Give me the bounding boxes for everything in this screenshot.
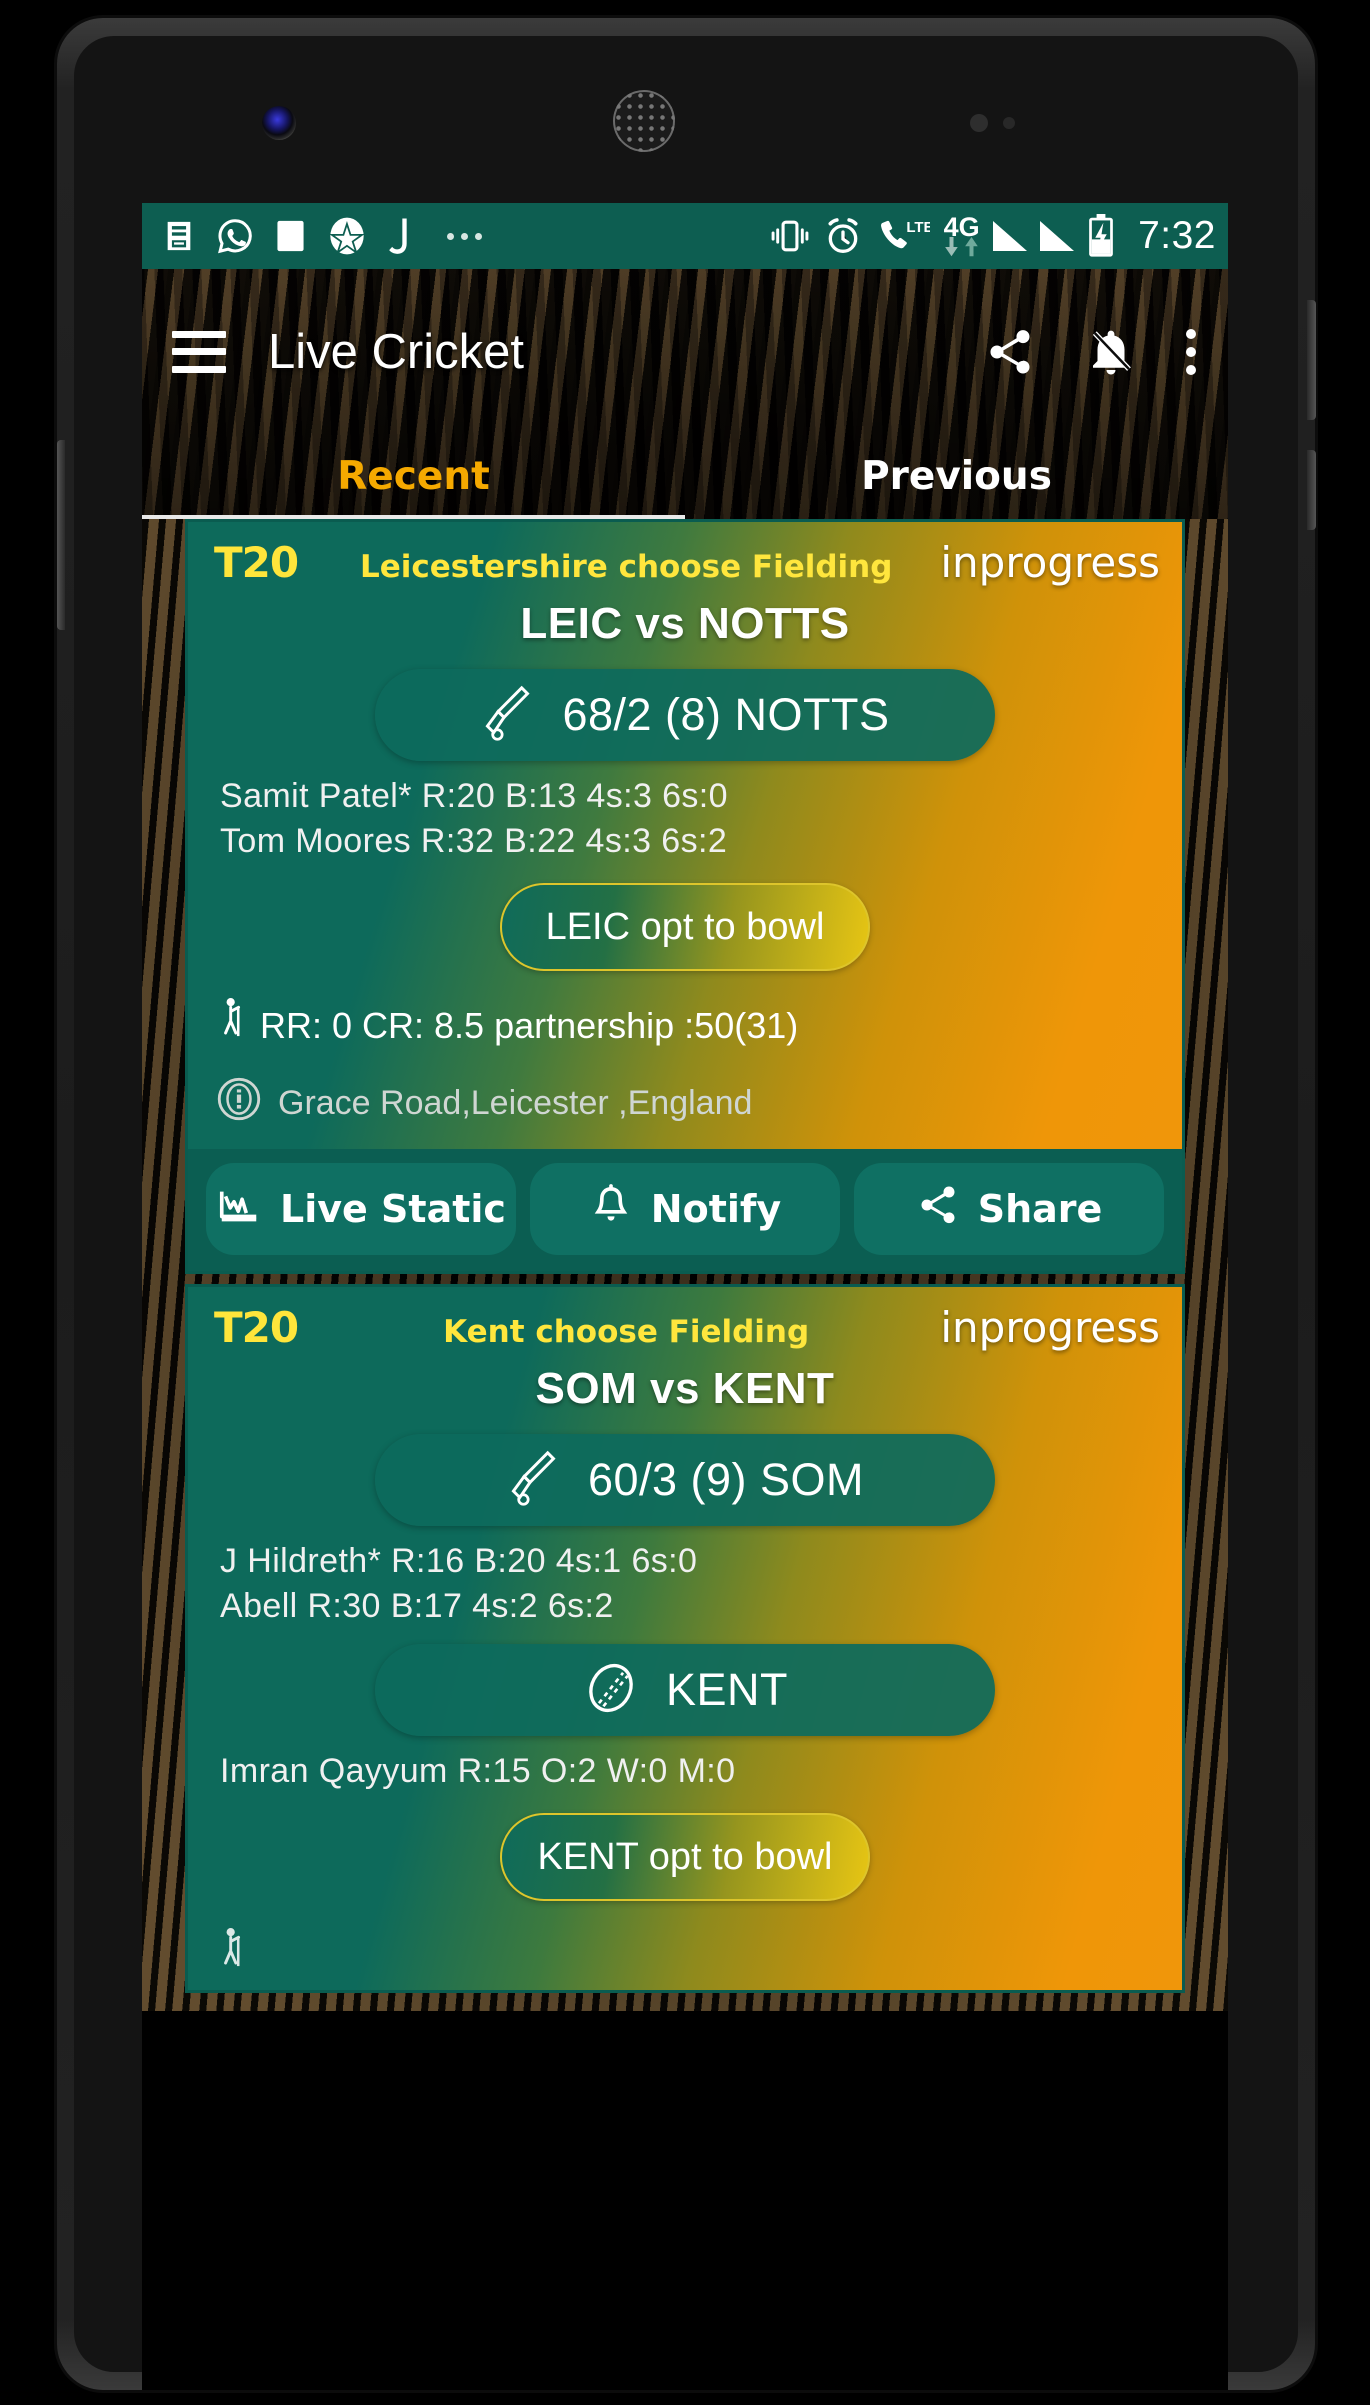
venue-text: Grace Road,Leicester ,England	[278, 1084, 753, 1122]
news-icon	[162, 218, 196, 254]
status-bar-clock: 7:32	[1138, 214, 1216, 257]
cricket-bat-icon	[480, 682, 536, 749]
live-static-button[interactable]: Live Static	[206, 1163, 516, 1255]
kebab-menu-icon[interactable]	[1186, 328, 1196, 375]
batsman-icon	[216, 997, 244, 1054]
tab-bar: Recent Previous	[142, 434, 1228, 519]
call-lte-icon: LTE	[876, 216, 930, 256]
app-toolbar: Live Cricket Recent Previous	[142, 269, 1228, 519]
batsman-row: Tom Moores R:32 B:22 4s:3 6s:2	[220, 822, 728, 860]
light-sensor	[1003, 117, 1015, 129]
phone-screen: LTE 4G 7:32	[142, 203, 1228, 2096]
chart-icon	[216, 1182, 262, 1237]
score-text: 60/3 (9) SOM	[587, 1454, 865, 1505]
run-rate-row-partial	[188, 1927, 1182, 1984]
battery-charging-icon	[1087, 214, 1115, 258]
match-format: T20	[214, 538, 299, 587]
score-pill: 60/3 (9) SOM	[375, 1434, 995, 1526]
batsman-row: Samit Patel* R:20 B:13 4s:3 6s:0	[220, 777, 728, 815]
match-teams: LEIC vs NOTTS	[520, 599, 850, 648]
share-icon[interactable]	[984, 326, 1036, 378]
share-icon	[916, 1183, 960, 1236]
signal-sim2-icon	[1040, 221, 1075, 251]
toss-result: Leicestershire choose Fielding	[359, 549, 893, 585]
whatsapp-icon	[216, 217, 254, 255]
status-badge: inprogress	[940, 538, 1160, 587]
share-label: Share	[977, 1187, 1103, 1231]
tab-recent[interactable]: Recent	[142, 434, 685, 519]
share-button[interactable]: Share	[854, 1163, 1164, 1255]
score-pill: 68/2 (8) NOTTS	[375, 669, 995, 761]
stadium-icon	[216, 1076, 262, 1131]
run-rate-row: RR: 0 CR: 8.5 partnership :50(31)	[188, 997, 1182, 1054]
batsman-icon	[216, 1927, 244, 1984]
match-teams: SOM vs KENT	[535, 1364, 835, 1413]
cricket-bat-icon	[506, 1447, 562, 1514]
cricket-ball-icon	[582, 1659, 640, 1722]
svg-text:LTE: LTE	[906, 219, 930, 236]
toss-result: Kent choose Fielding	[443, 1314, 810, 1350]
toss-decision-pill: KENT opt to bowl	[500, 1813, 870, 1901]
star-circle-icon	[327, 216, 367, 256]
tab-previous[interactable]: Previous	[685, 434, 1228, 519]
batsman-row: Abell R:30 B:17 4s:2 6s:2	[220, 1587, 614, 1625]
score-text: 68/2 (8) NOTTS	[562, 689, 890, 740]
vibrate-icon	[770, 216, 810, 256]
bell-off-icon[interactable]	[1084, 325, 1138, 379]
notify-button[interactable]: Notify	[530, 1163, 840, 1255]
volume-rocker[interactable]	[57, 440, 65, 630]
alarm-icon	[823, 216, 863, 256]
status-bar: LTE 4G 7:32	[142, 203, 1228, 269]
batsman-row: J Hildreth* R:16 B:20 4s:1 6s:0	[220, 1542, 698, 1580]
bowling-team-pill: KENT	[375, 1644, 995, 1736]
match-list[interactable]: T20 Leicestershire choose Fielding inpro…	[142, 519, 1228, 2011]
network-4g-icon: 4G	[943, 214, 980, 256]
bell-icon	[589, 1182, 633, 1237]
page-title: Live Cricket	[268, 324, 524, 379]
notify-label: Notify	[650, 1187, 782, 1231]
live-static-label: Live Static	[280, 1187, 506, 1231]
screen-bottom-area	[142, 2096, 1228, 2390]
venue-row: Grace Road,Leicester ,England	[188, 1076, 1182, 1131]
earpiece-speaker	[613, 90, 675, 152]
match-format: T20	[214, 1303, 299, 1352]
more-dots-icon	[447, 232, 482, 240]
toss-decision-pill: LEIC opt to bowl	[500, 883, 870, 971]
bowler-row: Imran Qayyum R:15 O:2 W:0 M:0	[220, 1752, 736, 1790]
front-camera	[262, 106, 296, 140]
status-badge: inprogress	[940, 1303, 1160, 1352]
bowling-team-text: KENT	[665, 1664, 788, 1715]
card-action-bar: Live Static Notify Share	[188, 1149, 1182, 1271]
signal-sim1-icon	[993, 221, 1028, 251]
hamburger-icon[interactable]	[172, 330, 226, 373]
side-button[interactable]	[1307, 450, 1316, 530]
square-icon	[274, 217, 307, 255]
j-letter-icon	[387, 216, 409, 256]
power-button[interactable]	[1307, 300, 1316, 420]
run-rate-text: RR: 0 CR: 8.5 partnership :50(31)	[260, 1004, 799, 1046]
match-card[interactable]: T20 Leicestershire choose Fielding inpro…	[185, 519, 1185, 1274]
proximity-sensor	[970, 114, 988, 132]
match-card[interactable]: T20 Kent choose Fielding inprogress SOM …	[185, 1284, 1185, 1993]
